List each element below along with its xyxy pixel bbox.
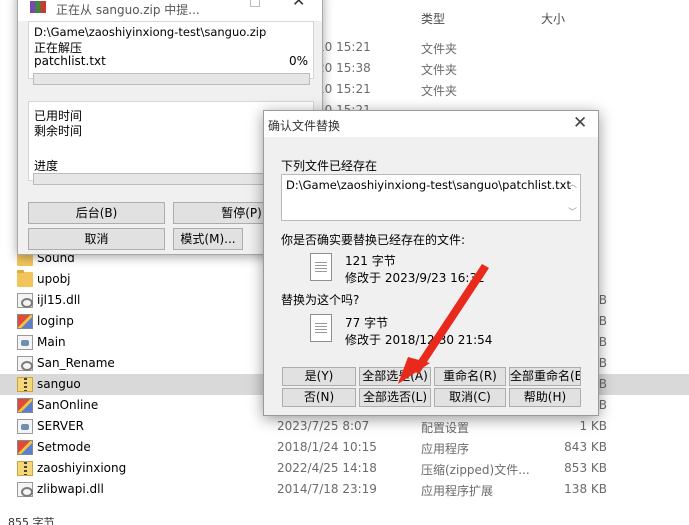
rename-button[interactable]: 重命名(R): [434, 367, 506, 386]
confirm-replace-dialog: 确认文件替换 ✕ 下列文件已经存在 D:\Game\zaoshiyinxiong…: [263, 110, 599, 416]
file-type: 文件夹: [421, 42, 458, 56]
file-size: 138 KB: [564, 482, 607, 496]
file-row[interactable]: zaoshiyinxiong 2022/4/25 14:18 压缩(zipped)文…: [0, 458, 689, 479]
file-type: 应用程序: [421, 442, 470, 456]
existing-file-size: 121 字节: [345, 254, 396, 268]
status-bar-text: 855 字节: [8, 516, 55, 525]
total-progress-label: 进度: [34, 159, 59, 173]
file-percent-text: 0%: [288, 54, 308, 68]
rename-all-button[interactable]: 全部重命名(E): [509, 367, 581, 386]
progress-dialog-title: 正在从 sanguo.zip 中提...: [56, 3, 200, 17]
column-header-size[interactable]: 大小: [541, 10, 565, 27]
confirm-cancel-button[interactable]: 取消(C): [434, 388, 506, 407]
file-name: Main: [37, 335, 66, 349]
scroll-up-icon[interactable]: ︿: [568, 177, 577, 190]
progress-close-icon[interactable]: ✕: [292, 0, 305, 10]
replace-question: 你是否确实要替换已经存在的文件:: [281, 233, 466, 247]
file-type: 压缩(zipped)文件...: [421, 463, 530, 477]
file-name: loginp: [37, 314, 74, 328]
file-name: ijl15.dll: [37, 293, 81, 307]
file-size: 1 KB: [579, 419, 607, 433]
background-button[interactable]: 后台(B): [28, 202, 165, 224]
app-icon: [17, 440, 33, 455]
yes-button[interactable]: 是(Y): [282, 367, 356, 386]
winrar-app-icon: [30, 1, 46, 13]
file-type: 文件夹: [421, 63, 458, 77]
file-name: upobj: [37, 272, 71, 286]
zip-icon: [17, 461, 33, 476]
file-date: 2022/4/25 14:18: [277, 461, 377, 475]
file-name: zlibwapi.dll: [37, 482, 104, 496]
existing-path: D:\Game\zaoshiyinxiong-test\sanguo\patch…: [286, 178, 571, 192]
file-row[interactable]: Setmode 2018/1/24 10:15 应用程序 843 KB: [0, 437, 689, 458]
new-file-modified: 修改于 2018/12/30 21:54: [345, 333, 493, 347]
scroll-down-icon[interactable]: ﹀: [568, 205, 577, 218]
no-to-all-button[interactable]: 全部选否(L): [359, 388, 431, 407]
cfg-icon: [17, 335, 33, 350]
archive-path: D:\Game\zaoshiyinxiong-test\sanguo.zip: [34, 25, 267, 39]
file-row[interactable]: SERVER 2023/7/25 8:07 配置设置 1 KB: [0, 416, 689, 437]
file-date: 2014/7/18 23:19: [277, 482, 377, 496]
confirm-close-icon[interactable]: ✕: [573, 113, 587, 133]
file-size: 853 KB: [564, 461, 607, 475]
remaining-time-label: 剩余时间: [34, 124, 83, 138]
zip-icon: [17, 377, 33, 392]
mode-button[interactable]: 模式(M)...: [173, 228, 243, 250]
dll-icon: [17, 356, 33, 371]
yes-to-all-button[interactable]: 全部选是(A): [359, 367, 431, 386]
confirm-dialog-titlebar[interactable]: 确认文件替换 ✕: [264, 111, 598, 137]
file-name: Setmode: [37, 440, 91, 454]
existing-path-box[interactable]: D:\Game\zaoshiyinxiong-test\sanguo\patch…: [281, 174, 581, 221]
new-file-size: 77 字节: [345, 316, 389, 330]
app-icon: [17, 398, 33, 413]
existing-file-icon: [310, 253, 332, 281]
file-name: sanguo: [37, 377, 81, 391]
file-name: San_Rename: [37, 356, 115, 370]
file-name: SERVER: [37, 419, 85, 433]
maximize-icon[interactable]: [250, 0, 260, 7]
existing-file-modified: 修改于 2023/9/23 16:32: [345, 271, 485, 285]
file-row[interactable]: zlibwapi.dll 2014/7/18 23:19 应用程序扩展 138 KB: [0, 479, 689, 500]
column-header-type[interactable]: 类型: [421, 10, 445, 27]
no-button[interactable]: 否(N): [282, 388, 356, 407]
replace-with-question: 替换为这个吗?: [281, 293, 360, 307]
current-file-name: patchlist.txt: [34, 54, 106, 68]
file-size: 843 KB: [564, 440, 607, 454]
file-type: 文件夹: [421, 84, 458, 98]
file-type: 配置设置: [421, 421, 470, 435]
app-icon: [17, 314, 33, 329]
file-type: 应用程序扩展: [421, 484, 494, 498]
confirm-dialog-title: 确认文件替换: [268, 119, 341, 133]
help-button[interactable]: 帮助(H): [509, 388, 581, 407]
file-exists-label: 下列文件已经存在: [281, 159, 378, 173]
file-name: SanOnline: [37, 398, 99, 412]
progress-info-panel: D:\Game\zaoshiyinxiong-test\sanguo.zip 正…: [28, 21, 314, 79]
dll-icon: [17, 482, 33, 497]
file-progress-bar: [33, 73, 310, 85]
cfg-icon: [17, 419, 33, 434]
file-date: 2018/1/24 10:15: [277, 440, 377, 454]
file-name: zaoshiyinxiong: [37, 461, 127, 475]
folder-icon: [17, 270, 33, 287]
new-file-icon: [310, 314, 332, 342]
file-date: 2023/7/25 8:07: [277, 419, 370, 433]
progress-cancel-button[interactable]: 取消: [28, 228, 165, 250]
progress-dialog-titlebar[interactable]: 正在从 sanguo.zip 中提... ✕: [18, 0, 322, 21]
dll-icon: [17, 293, 33, 308]
